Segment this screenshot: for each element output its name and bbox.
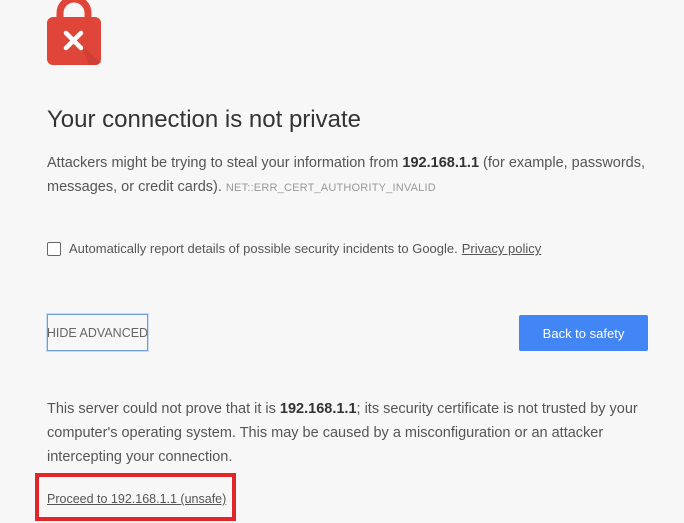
back-to-safety-button[interactable]: Back to safety (519, 315, 648, 351)
advanced-details: This server could not prove that it is 1… (47, 397, 647, 469)
report-option: Automatically report details of possible… (47, 241, 541, 256)
details-text: This server could not prove that it is (47, 401, 280, 417)
proceed-unsafe-link[interactable]: Proceed to 192.168.1.1 (unsafe) (47, 492, 226, 506)
details-host-name: 192.168.1.1 (279, 401, 357, 417)
page-title: Your connection is not private (47, 106, 361, 133)
error-description: Attackers might be trying to steal your … (47, 151, 647, 200)
hide-advanced-button[interactable]: HIDE ADVANCED (47, 314, 148, 351)
report-checkbox[interactable] (47, 241, 61, 256)
description-text: Attackers might be trying to steal your … (47, 155, 403, 171)
lock-icon (47, 0, 101, 65)
privacy-policy-link[interactable]: Privacy policy (462, 241, 541, 256)
report-label: Automatically report details of possible… (69, 241, 458, 256)
error-code: NET::ERR_CERT_AUTHORITY_INVALID (225, 182, 436, 194)
host-name: 192.168.1.1 (402, 155, 480, 171)
